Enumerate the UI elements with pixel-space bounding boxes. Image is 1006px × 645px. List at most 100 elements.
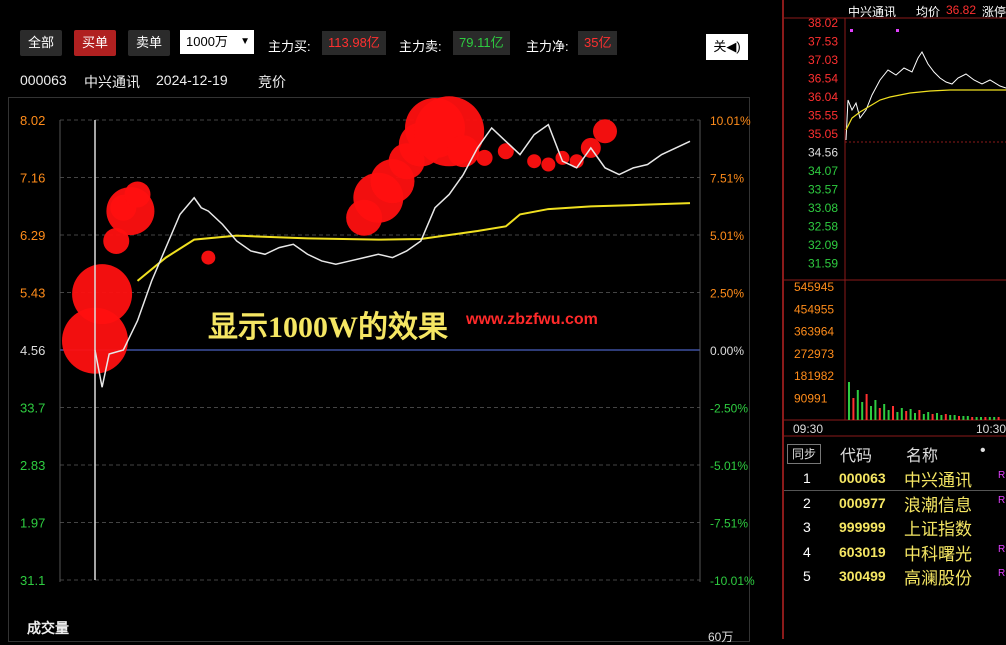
mini-volume-bar [949, 415, 952, 420]
mini-volume-bar [918, 410, 921, 420]
mini-volume-tick: 363964 [794, 325, 834, 339]
mini-price-tick: 35.55 [808, 109, 838, 123]
row-code: 999999 [839, 519, 886, 535]
mini-price-tick: 37.53 [808, 35, 838, 49]
stock-list-row[interactable] [784, 540, 1006, 564]
amount-select[interactable]: 1000万 ▼ [180, 30, 254, 54]
mini-volume-bar [865, 394, 868, 420]
chevron-down-icon: ▼ [240, 36, 250, 47]
mini-volume-bar [887, 410, 890, 420]
mini-price-tick: 32.09 [808, 238, 838, 252]
row-code: 603019 [839, 543, 886, 560]
mini-volume-bar [975, 417, 978, 420]
mini-volume-bar [922, 414, 925, 420]
main-buy-value: 113.98亿 [322, 31, 386, 55]
row-name: 中科曙光 [904, 544, 972, 564]
mini-volume-bar [900, 408, 903, 420]
overlay-caption: 显示1000W的效果 [208, 311, 448, 344]
mini-price-line [845, 51, 1006, 141]
mini-volume-bar [940, 415, 943, 420]
chart-frame [8, 97, 750, 642]
close-button[interactable]: 关◀) [706, 34, 748, 60]
mini-volume-bar [958, 416, 960, 420]
mini-volume-tick: 90991 [794, 392, 828, 406]
main-net-value: 35亿 [578, 31, 618, 55]
mini-volume-bar [883, 404, 886, 420]
sync-tab[interactable]: 同步 [787, 444, 821, 464]
row-name: 中兴通讯 [904, 471, 972, 490]
main-buy-label: 主力买: [268, 39, 311, 54]
mini-volume-bar [909, 409, 912, 420]
mini-volume-bar [988, 417, 991, 420]
row-tag: R [998, 568, 1006, 579]
main-net-label: 主力净: [526, 39, 569, 54]
mini-extra-label: 涨停 [982, 5, 1006, 19]
row-tag: R [998, 470, 1006, 481]
mini-volume-bar [966, 416, 969, 420]
mini-volume-bar [892, 406, 894, 420]
mini-volume-bar [927, 412, 930, 420]
mini-volume-bar [984, 417, 987, 420]
mini-avg-line [845, 89, 1006, 131]
col-header-name[interactable]: 名称 [906, 442, 938, 466]
stock-list-row[interactable] [784, 564, 1006, 588]
mini-volume-tick: 181982 [794, 369, 834, 383]
row-tag: R [998, 543, 1006, 555]
mini-volume-bar [944, 414, 947, 420]
mini-price-tick: 35.05 [808, 127, 838, 141]
mini-price-tick: 34.07 [808, 164, 838, 178]
mini-price-tick: 32.58 [808, 220, 838, 234]
stock-name: 中兴通讯 [84, 74, 140, 90]
col-header-dot: • [980, 442, 986, 459]
mini-price-tick: 33.08 [808, 201, 838, 215]
mini-price-tick: 31.59 [808, 257, 838, 271]
row-name: 上证指数 [904, 520, 972, 539]
mini-time-end: 10:30 [976, 422, 1006, 436]
mini-avg-value: 36.82 [946, 3, 977, 17]
row-number: 4 [803, 543, 811, 560]
row-name: 高澜股份 [904, 569, 972, 588]
row-name: 浪潮信息 [904, 495, 972, 515]
volume-axis-label: 60万 [708, 630, 734, 644]
mini-volume-tick: 454955 [794, 302, 834, 316]
mini-volume-tick: 545945 [794, 280, 834, 294]
mini-volume-bar [936, 413, 938, 420]
mini-volume-tick: 272973 [794, 347, 834, 361]
mini-chart-title: 中兴通讯 [848, 5, 897, 19]
col-header-code[interactable]: 代码 [840, 442, 872, 466]
all-button[interactable]: 全部 [20, 30, 63, 56]
row-code: 000063 [839, 470, 886, 486]
mini-price-tick: 36.04 [808, 90, 838, 104]
buy-orders-button[interactable]: 买单 [74, 30, 117, 56]
mini-volume-bar [953, 415, 956, 420]
row-number: 5 [803, 568, 811, 584]
mini-volume-bar [861, 402, 864, 420]
amount-select-value: 1000万 [186, 34, 228, 49]
mini-volume-bar [856, 390, 859, 420]
mini-volume-bar [870, 406, 872, 420]
mini-price-tick: 33.57 [808, 183, 838, 197]
mini-volume-bar [914, 413, 916, 420]
mini-volume-bar [848, 382, 850, 420]
mini-volume-bar [874, 400, 877, 420]
stock-code: 000063 [20, 72, 67, 88]
sell-orders-button[interactable]: 卖单 [128, 30, 171, 56]
mini-volume-bar [993, 417, 996, 420]
mini-volume-bar [852, 398, 855, 420]
row-code: 300499 [839, 568, 886, 584]
row-tag: R [998, 494, 1006, 506]
stock-list-row[interactable] [784, 466, 1006, 491]
row-code: 000977 [839, 494, 886, 511]
mini-price-tick: 37.03 [808, 53, 838, 67]
mini-volume-bar [971, 417, 974, 420]
mini-price-tick: 34.56 [808, 146, 838, 160]
stock-list-row[interactable] [784, 515, 1006, 539]
mini-price-tick: 36.54 [808, 72, 838, 86]
mini-volume-bar [878, 408, 881, 420]
mini-volume-bar [905, 411, 908, 420]
main-sell-value: 79.11亿 [453, 31, 510, 55]
mini-avg-label: 均价 [916, 5, 941, 19]
row-number: 2 [803, 494, 811, 511]
stock-list-row[interactable] [784, 491, 1006, 515]
mini-volume-bar [962, 416, 965, 420]
